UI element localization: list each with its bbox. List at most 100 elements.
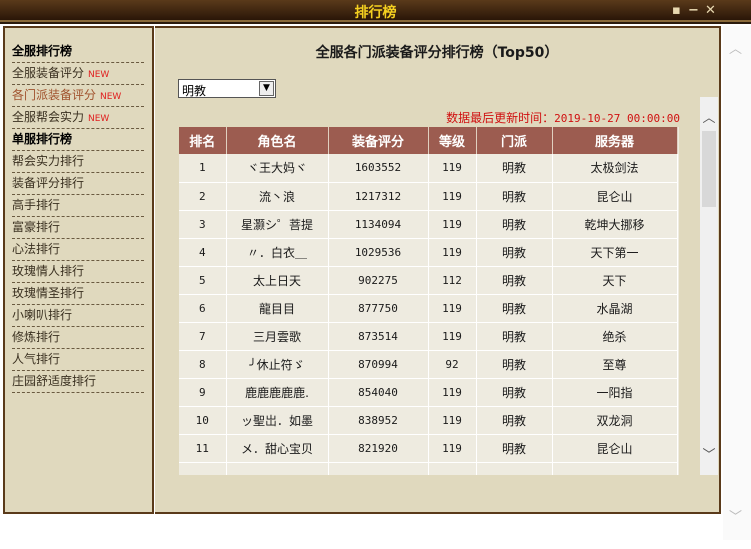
table-row: 4 〃．白衣＿ 1029536 119 明教 天下第一 (179, 238, 678, 267)
table-row: 6 龍目目 877750 119 明教 水晶湖 (179, 294, 678, 323)
table-row: 9 鹿鹿鹿鹿鹿. 854040 119 明教 一阳指 (179, 378, 678, 407)
sidebar: 全服排行榜全服装备评分 NEW 各门派装备评分 NEW 全服帮会实力 NEW 单服排行榜帮会… (3, 26, 154, 514)
sidebar-item[interactable]: 高手排行 (12, 195, 144, 217)
pin-icon[interactable]: ▪ (672, 3, 681, 18)
table-cell: 877750 (328, 294, 429, 323)
table-cell: 明教 (476, 210, 553, 239)
sect-select[interactable]: 明教 ▼ (178, 79, 276, 98)
chevron-down-icon[interactable]: ▼ (259, 81, 274, 96)
sidebar-item-label: 装备评分排行 (12, 176, 85, 190)
table-cell: ヾ王大妈ヾ (226, 154, 329, 183)
table-row: 11 メ．甜心宝贝 821920 119 明教 昆仑山 (179, 434, 678, 463)
sidebar-item[interactable]: 全服装备评分 NEW (12, 63, 144, 85)
update-label: 数据最后更新时间： (446, 111, 555, 125)
column-header: 服务器 (552, 127, 678, 154)
update-time: 数据最后更新时间：2019-10-27 00:00:00 (446, 109, 680, 126)
table-row: 1 ヾ王大妈ヾ 1603552 119 明教 太极剑法 (179, 154, 678, 183)
table-cell: 明教 (476, 154, 553, 183)
table-cell: 流丶浪 (226, 182, 329, 211)
table-cell: 1134094 (328, 210, 429, 239)
table-cell: 双龙洞 (552, 406, 678, 435)
minimize-button[interactable]: − (688, 3, 699, 18)
close-button[interactable]: ✕ (705, 3, 716, 18)
sidebar-item[interactable]: 玫瑰情圣排行 (12, 283, 144, 305)
table-cell: 2 (179, 182, 227, 211)
new-badge: NEW (100, 92, 122, 102)
table-cell: 5 (179, 266, 227, 295)
table-cell: 明教 (476, 266, 553, 295)
table-cell: 8 (179, 350, 227, 379)
sidebar-item-label: 富豪排行 (12, 220, 61, 234)
table-cell: 4 (179, 238, 227, 267)
sidebar-item[interactable]: 各门派装备评分 NEW (12, 85, 144, 107)
outer-scroll-down-icon[interactable]: ﹀ (729, 506, 742, 525)
sidebar-item-label: 单服排行榜 (12, 132, 73, 146)
table-cell: 太上日天 (226, 266, 329, 295)
table-cell: 〃．白衣＿ (226, 238, 329, 267)
column-header: 排名 (179, 127, 227, 154)
table-cell: 9 (179, 378, 227, 407)
table-cell: 天下 (552, 266, 678, 295)
sidebar-item[interactable]: 帮会实力排行 (12, 151, 144, 173)
sidebar-item[interactable]: 人气排行 (12, 349, 144, 371)
column-header: 门派 (476, 127, 553, 154)
table-cell: 6 (179, 294, 227, 323)
column-header: 装备评分 (328, 127, 429, 154)
table-cell: 昆仑山 (552, 182, 678, 211)
sidebar-item[interactable]: 庄园舒适度排行 (12, 371, 144, 393)
table-row: 10 ッ聖岀．如墨 838952 119 明教 双龙洞 (179, 406, 678, 435)
scroll-up-icon[interactable]: ︿ (700, 107, 718, 126)
scroll-thumb[interactable] (702, 131, 716, 207)
table-row: 5 太上日天 902275 112 明教 天下 (179, 266, 678, 295)
window-title: 排行榜 (354, 5, 397, 21)
table-cell: 至尊 (552, 350, 678, 379)
table-cell: 明教 (476, 378, 553, 407)
scroll-down-icon[interactable]: ﹀ (700, 444, 718, 463)
page-title: 全服各门派装备评分排行榜（Top50） (315, 45, 559, 61)
table-cell: 鹿鹿鹿鹿鹿. (226, 378, 329, 407)
sidebar-item[interactable]: 装备评分排行 (12, 173, 144, 195)
table-cell (179, 462, 227, 475)
main-panel: 全服各门派装备评分排行榜（Top50） 明教 ▼ 数据最后更新时间：2019-1… (155, 26, 721, 514)
sidebar-item[interactable]: 玫瑰情人排行 (12, 261, 144, 283)
sidebar-item[interactable]: 心法排行 (12, 239, 144, 261)
column-header: 等级 (428, 127, 477, 154)
table-cell: 92 (428, 350, 477, 379)
table-cell: 明教 (476, 406, 553, 435)
table-cell: 昆仑山 (552, 434, 678, 463)
table-cell: 119 (428, 238, 477, 267)
table-cell: 119 (428, 182, 477, 211)
table-cell: 水晶湖 (552, 294, 678, 323)
sidebar-item-label: 玫瑰情圣排行 (12, 286, 85, 300)
table-cell: 119 (428, 434, 477, 463)
outer-scrollbar[interactable]: ︿ ﹀ (723, 26, 751, 540)
table-cell: 1217312 (328, 182, 429, 211)
table-cell: 119 (428, 154, 477, 183)
table-cell: 1603552 (328, 154, 429, 183)
table-row: 8 ╯休止符ゞ 870994 92 明教 至尊 (179, 350, 678, 379)
sidebar-item[interactable]: 全服帮会实力 NEW (12, 107, 144, 129)
table-cell: 3 (179, 210, 227, 239)
table-cell: 873514 (328, 322, 429, 351)
table-cell: 一阳指 (552, 378, 678, 407)
table-cell: 870994 (328, 350, 429, 379)
table-cell: 838952 (328, 406, 429, 435)
table-cell: 明教 (476, 182, 553, 211)
table-cell (476, 462, 553, 475)
sidebar-item-label: 帮会实力排行 (12, 154, 85, 168)
sidebar-item-label: 全服排行榜 (12, 44, 73, 58)
sidebar-item[interactable]: 小喇叭排行 (12, 305, 144, 327)
table-scrollbar[interactable]: ︿ ﹀ (700, 97, 718, 475)
sidebar-item-label: 玫瑰情人排行 (12, 264, 85, 278)
table-cell: 1029536 (328, 238, 429, 267)
table-cell: 119 (428, 322, 477, 351)
table-cell: 明教 (476, 322, 553, 351)
table-row: 2 流丶浪 1217312 119 明教 昆仑山 (179, 182, 678, 211)
sidebar-item[interactable]: 富豪排行 (12, 217, 144, 239)
table-cell: 乾坤大挪移 (552, 210, 678, 239)
table-cell: 854040 (328, 378, 429, 407)
table-cell: 11 (179, 434, 227, 463)
outer-scroll-up-icon[interactable]: ︿ (729, 38, 742, 57)
table-cell: 119 (428, 294, 477, 323)
sidebar-item[interactable]: 修炼排行 (12, 327, 144, 349)
